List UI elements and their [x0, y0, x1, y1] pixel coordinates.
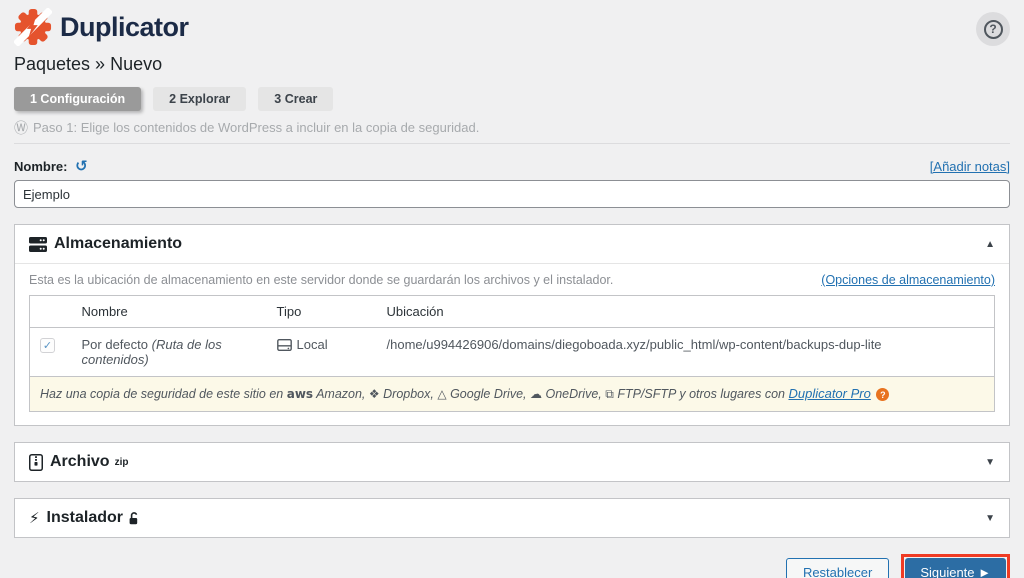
page: Duplicator ? Paquetes » Nuevo 1 Configur… [0, 0, 1024, 578]
package-name-input[interactable] [14, 180, 1010, 208]
pro-promo-row: Haz una copia de seguridad de este sitio… [30, 377, 995, 412]
promo-service-dropbox: Dropbox, [383, 387, 434, 401]
aws-icon: aws [287, 387, 313, 401]
reset-button[interactable]: Restablecer [786, 558, 889, 578]
footer-actions: Restablecer Siguiente ► [14, 554, 1010, 578]
storage-row-default: ✓ Por defecto (Ruta de los contenidos) [30, 328, 995, 377]
bolt-icon: ⚡ [29, 509, 40, 527]
storage-table-header-row: Nombre Tipo Ubicación [30, 296, 995, 328]
storage-location: /home/u994426906/domains/diegoboada.xyz/… [387, 337, 882, 352]
chevron-down-icon: ▼ [985, 457, 995, 468]
storage-type: Local [297, 337, 328, 352]
local-drive-icon [277, 339, 292, 351]
header-ubicacion: Ubicación [377, 296, 995, 328]
ftp-icon: ⧉ [605, 387, 614, 401]
wordpress-icon: Ⓦ [14, 121, 28, 135]
storage-stack-icon [29, 236, 47, 253]
promo-prefix: Haz una copia de seguridad de este sitio… [40, 387, 283, 401]
storage-default-checkbox[interactable]: ✓ [40, 338, 55, 353]
chevron-down-icon: ▼ [985, 513, 995, 524]
tab-configuracion[interactable]: 1 Configuración [14, 87, 141, 111]
archive-zip-superscript: zip [115, 457, 129, 468]
breadcrumb: Paquetes » Nuevo [14, 54, 1010, 75]
next-button[interactable]: Siguiente ► [905, 558, 1006, 578]
help-badge-icon[interactable]: ? [876, 388, 889, 401]
chevron-up-icon: ▲ [985, 239, 995, 250]
tab-crear[interactable]: 3 Crear [258, 87, 333, 111]
zip-file-icon [29, 454, 43, 471]
installer-panel-header[interactable]: ⚡ Instalador ▼ [15, 499, 1009, 537]
header-nombre: Nombre [72, 296, 267, 328]
step-note: Ⓦ Paso 1: Elige los contenidos de WordPr… [14, 120, 1010, 144]
name-label: Nombre: [14, 159, 67, 174]
storage-panel-header[interactable]: Almacenamiento ▲ [15, 225, 1009, 263]
storage-description: Esta es la ubicación de almacenamiento e… [29, 273, 613, 287]
storage-table: Nombre Tipo Ubicación ✓ Por defecto (Rut… [29, 295, 995, 412]
storage-options-link[interactable]: (Opciones de almacenamiento) [821, 273, 995, 287]
storage-name: Por defecto [82, 337, 149, 352]
archive-panel-header[interactable]: Archivo zip ▼ [15, 443, 1009, 481]
step-note-text: Paso 1: Elige los contenidos de WordPres… [33, 120, 479, 135]
onedrive-icon: ☁ [530, 387, 542, 401]
logo-wordmark: Duplicator [60, 12, 189, 43]
dropbox-icon: ❖ [369, 387, 380, 401]
name-row: Nombre: ↺ [Añadir notas] [14, 157, 1010, 175]
storage-panel: Almacenamiento ▲ Esta es la ubicación de… [14, 224, 1010, 426]
open-lock-icon [128, 512, 140, 525]
header-tipo: Tipo [267, 296, 377, 328]
duplicator-logo: Duplicator [14, 8, 189, 46]
storage-body: Esta es la ubicación de almacenamiento e… [15, 263, 1009, 425]
click-highlight: Siguiente ► [901, 554, 1010, 578]
promo-service-onedrive: OneDrive, [545, 387, 601, 401]
help-button[interactable]: ? [976, 12, 1010, 46]
archive-title: Archivo [50, 453, 110, 471]
wizard-tabs: 1 Configuración 2 Explorar 3 Crear [14, 87, 1010, 111]
undo-icon[interactable]: ↺ [75, 158, 88, 175]
duplicator-gear-icon [14, 8, 52, 46]
archive-panel: Archivo zip ▼ [14, 442, 1010, 482]
question-icon: ? [984, 20, 1003, 39]
installer-title: Instalador [47, 509, 123, 527]
installer-panel: ⚡ Instalador ▼ [14, 498, 1010, 538]
top-bar: Duplicator ? [14, 8, 1010, 46]
promo-service-amazon: Amazon, [316, 387, 365, 401]
add-notes-link[interactable]: [Añadir notas] [930, 159, 1010, 174]
promo-suffix: y otros lugares con [679, 387, 785, 401]
storage-title: Almacenamiento [54, 235, 182, 253]
google-drive-icon: △ [437, 387, 446, 401]
promo-service-ftp: FTP/SFTP [617, 387, 676, 401]
promo-service-gdrive: Google Drive, [450, 387, 526, 401]
header-check-column [30, 296, 72, 328]
tab-explorar[interactable]: 2 Explorar [153, 87, 246, 111]
duplicator-pro-link[interactable]: Duplicator Pro [788, 386, 870, 401]
